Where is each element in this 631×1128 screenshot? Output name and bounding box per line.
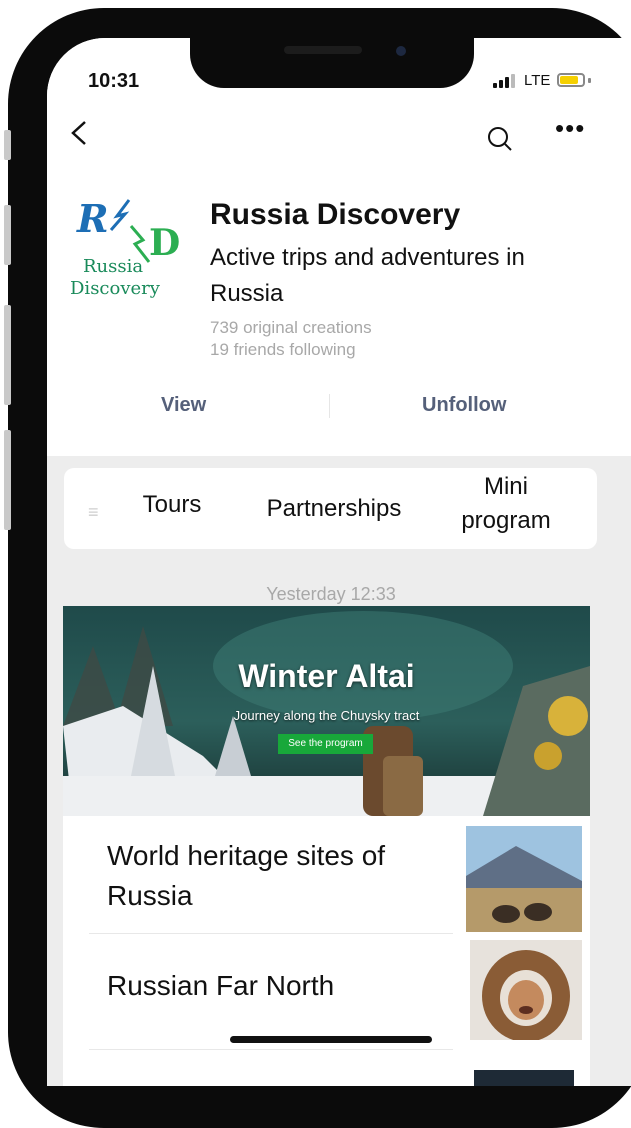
original-creations-count: 739 original creations [210, 318, 372, 337]
search-icon[interactable] [487, 126, 512, 151]
actions-divider [329, 394, 330, 418]
article-row[interactable]: World heritage sites of Russia [63, 816, 590, 934]
status-time: 10:31 [88, 70, 140, 92]
article-thumbnail [470, 940, 582, 1040]
menu-item-tours[interactable]: Tours [132, 488, 212, 522]
row-divider [89, 1049, 453, 1050]
battery-icon [557, 73, 585, 87]
profile-actions: View Unfollow [47, 390, 631, 432]
article-title: Russian Far North [107, 970, 335, 1001]
article-title: World heritage sites of Russia [107, 840, 386, 911]
phone-volume-up [4, 205, 11, 265]
article-thumbnail-partial [474, 1070, 574, 1086]
logo-letter-d: D [149, 222, 181, 264]
home-indicator [230, 1036, 432, 1043]
menu-item-partnerships[interactable]: Partnerships [254, 492, 414, 526]
view-button[interactable]: View [161, 394, 206, 417]
chevron-left-icon[interactable] [69, 116, 89, 159]
hero-subtitle: Journey along the Chuysky tract [233, 708, 420, 723]
logo-text-line1: Russia [83, 256, 144, 277]
post-timestamp: Yesterday 12:33 [266, 584, 396, 604]
article-row[interactable]: Russian Far North [63, 934, 590, 1050]
phone-screen: 10:31 LTE ••• R D Russia Discovery Russi… [47, 38, 631, 1086]
article-thumbnail [466, 826, 582, 932]
menu-item-mini-program[interactable]: Mini program [448, 470, 564, 538]
battery-nub [588, 78, 591, 83]
phone-silent-switch [4, 130, 11, 160]
hero-title: Winter Altai [238, 658, 415, 694]
brand-logo: R D Russia Discovery [69, 196, 189, 306]
account-description: Active trips and adventures in Russia [210, 244, 525, 307]
unfollow-button[interactable]: Unfollow [422, 394, 506, 417]
phone-side-button [4, 430, 11, 530]
hero-article[interactable]: Winter Altai Journey along the Chuysky t… [63, 606, 590, 816]
logo-letter-r: R [77, 196, 109, 241]
phone-volume-down [4, 305, 11, 405]
top-navbar: ••• [47, 113, 631, 166]
account-name: Russia Discovery [210, 198, 461, 231]
article-card: Winter Altai Journey along the Chuysky t… [63, 606, 590, 1086]
signal-icon [493, 74, 515, 88]
friends-following-count: 19 friends following [210, 340, 356, 359]
account-menu: ≡ Tours Partnerships Mini program [64, 468, 597, 549]
more-icon[interactable]: ••• [555, 113, 585, 144]
network-label: LTE [524, 72, 551, 89]
front-camera [396, 46, 406, 56]
menu-list-icon: ≡ [88, 502, 99, 522]
logo-text-line2: Discovery [70, 278, 160, 299]
notch [190, 38, 474, 88]
see-program-button[interactable]: See the program [278, 734, 373, 754]
account-profile: R D Russia Discovery Russia Discovery Ac… [47, 166, 631, 456]
speaker-grille [284, 46, 362, 54]
